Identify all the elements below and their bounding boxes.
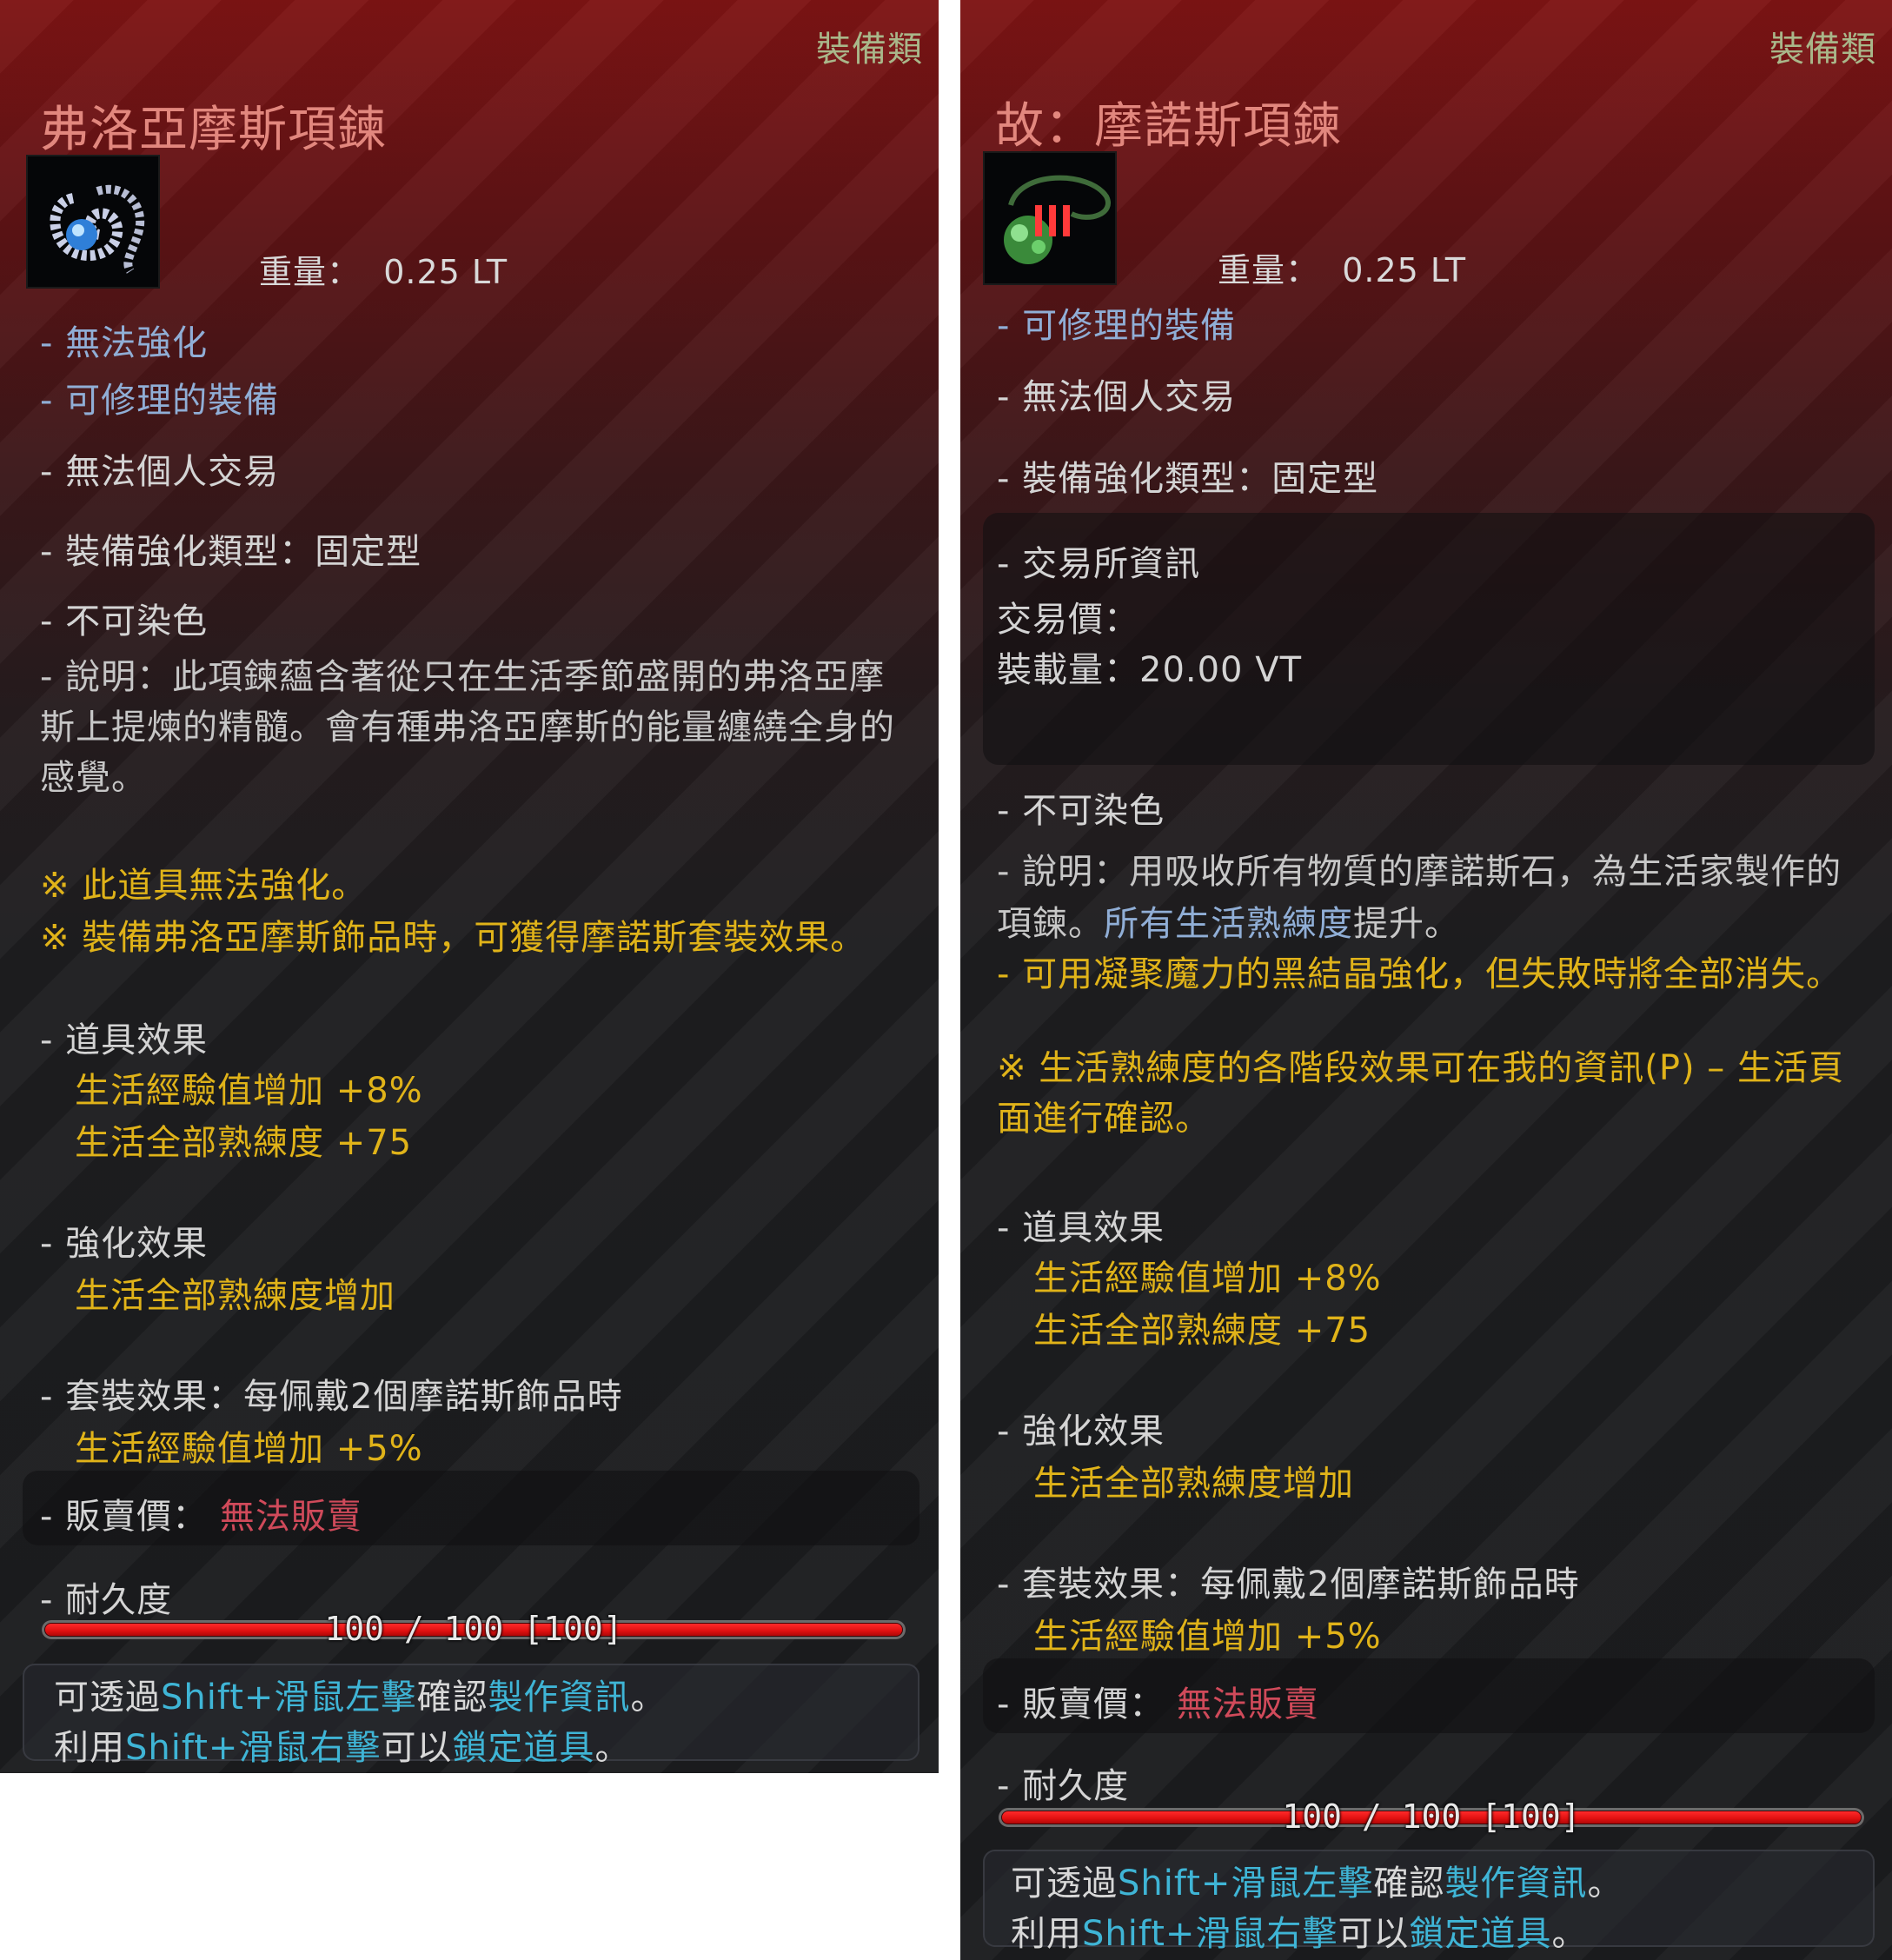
item-description-line2: 項鍊。所有生活熟練度提升。 bbox=[997, 904, 1460, 944]
set-effect-header: - 套裝效果：每佩戴2個摩諾斯飾品時 bbox=[997, 1565, 1580, 1605]
enhance-effect-value: 生活全部熟練度增加 bbox=[1033, 1464, 1354, 1504]
necklace-icon bbox=[985, 153, 1115, 283]
item-effect-mastery: 生活全部熟練度 +75 bbox=[1033, 1311, 1371, 1351]
property-no-trade: - 無法個人交易 bbox=[40, 452, 280, 492]
durability-bar: 100 / 100 [100] bbox=[999, 1797, 1864, 1836]
enhance-effect-value: 生活全部熟練度增加 bbox=[75, 1276, 395, 1316]
category-label: 裝備類 bbox=[1769, 30, 1876, 70]
footer-hint-lock-item: 利用Shift+滑鼠右擊可以鎖定道具。 bbox=[1011, 1914, 1588, 1954]
footer-hint-lock-item: 利用Shift+滑鼠右擊可以鎖定道具。 bbox=[54, 1728, 631, 1768]
property-no-dye: - 不可染色 bbox=[40, 601, 209, 641]
item-tooltip-left: 裝備類 弗洛亞摩斯項鍊 重量： 0.25 LT - 無法強化 - 可修理的裝備 … bbox=[0, 0, 939, 1773]
sell-price-value: 無法販賣 bbox=[1176, 1684, 1319, 1724]
item-effect-mastery: 生活全部熟練度 +75 bbox=[75, 1123, 413, 1163]
item-title: 弗洛亞摩斯項鍊 bbox=[40, 102, 387, 158]
durability-value: 100 / 100 [100] bbox=[1282, 1797, 1581, 1836]
market-volume: 裝載量：20.00 VT bbox=[997, 650, 1303, 690]
property-enhance-type: - 裝備強化類型：固定型 bbox=[997, 459, 1379, 499]
enhance-effect-header: - 強化效果 bbox=[40, 1224, 209, 1264]
property-no-trade: - 無法個人交易 bbox=[997, 377, 1237, 417]
item-description-line1: - 說明：用吸收所有物質的摩諾斯石，為生活家製作的 bbox=[997, 852, 1842, 892]
sell-price-value: 無法販賣 bbox=[219, 1497, 362, 1537]
item-description: - 說明：此項鍊蘊含著從只在生活季節盛開的弗洛亞摩斯上提煉的精髓。會有種弗洛亞摩… bbox=[40, 657, 895, 798]
mastery-note: ※ 生活熟練度的各階段效果可在我的資訊(P) – 生活頁面進行確認。 bbox=[997, 1048, 1844, 1139]
enhance-effect-header: - 強化效果 bbox=[997, 1412, 1165, 1452]
item-tooltip-right: 裝備類 故：摩諾斯項鍊 重量： 0.25 LT - 可修理的裝備 - 無法個人交… bbox=[960, 0, 1892, 1960]
necklace-icon bbox=[28, 156, 158, 287]
property-unenhanceable: - 無法強化 bbox=[40, 323, 209, 363]
set-effect-value: 生活經驗值增加 +5% bbox=[75, 1429, 423, 1469]
property-enhance-type: - 裝備強化類型：固定型 bbox=[40, 532, 422, 572]
item-title: 故：摩諾斯項鍊 bbox=[995, 98, 1342, 155]
footer-hint-craft-info: 可透過Shift+滑鼠左擊確認製作資訊。 bbox=[1011, 1864, 1623, 1904]
set-effect-header: - 套裝效果：每佩戴2個摩諾斯飾品時 bbox=[40, 1377, 623, 1417]
item-effect-exp: 生活經驗值增加 +8% bbox=[1033, 1259, 1382, 1299]
property-repairable: - 可修理的裝備 bbox=[40, 381, 280, 421]
market-info-header: - 交易所資訊 bbox=[997, 544, 1201, 584]
category-label: 裝備類 bbox=[816, 30, 923, 70]
item-effect-header: - 道具效果 bbox=[40, 1020, 209, 1060]
note-set-bonus: ※ 裝備弗洛亞摩斯飾品時，可獲得摩諾斯套裝效果。 bbox=[40, 918, 866, 958]
set-effect-value: 生活經驗值增加 +5% bbox=[1033, 1617, 1382, 1657]
property-repairable: - 可修理的裝備 bbox=[997, 306, 1237, 346]
enhance-note: - 可用凝聚魔力的黑結晶強化，但失敗時將全部消失。 bbox=[997, 954, 1842, 994]
item-effect-exp: 生活經驗值增加 +8% bbox=[75, 1071, 423, 1111]
sell-price-label: - 販賣價： 無法販賣 bbox=[40, 1497, 362, 1537]
weight-label: 重量： 0.25 LT bbox=[1218, 251, 1467, 289]
sell-price-label: - 販賣價： 無法販賣 bbox=[997, 1684, 1319, 1724]
durability-bar: 100 / 100 [100] bbox=[42, 1610, 906, 1648]
market-price-label: 交易價： bbox=[997, 600, 1139, 640]
item-effect-header: - 道具效果 bbox=[997, 1208, 1165, 1248]
note-no-enhance: ※ 此道具無法強化。 bbox=[40, 866, 368, 906]
durability-value: 100 / 100 [100] bbox=[324, 1610, 623, 1648]
footer-hint-craft-info: 可透過Shift+滑鼠左擊確認製作資訊。 bbox=[54, 1678, 667, 1717]
weight-value: 0.25 LT bbox=[383, 253, 508, 291]
property-no-dye: - 不可染色 bbox=[997, 791, 1165, 831]
weight-label: 重量： 0.25 LT bbox=[259, 253, 508, 291]
mastery-link: 所有生活熟練度 bbox=[1104, 904, 1353, 944]
weight-value: 0.25 LT bbox=[1342, 251, 1467, 289]
